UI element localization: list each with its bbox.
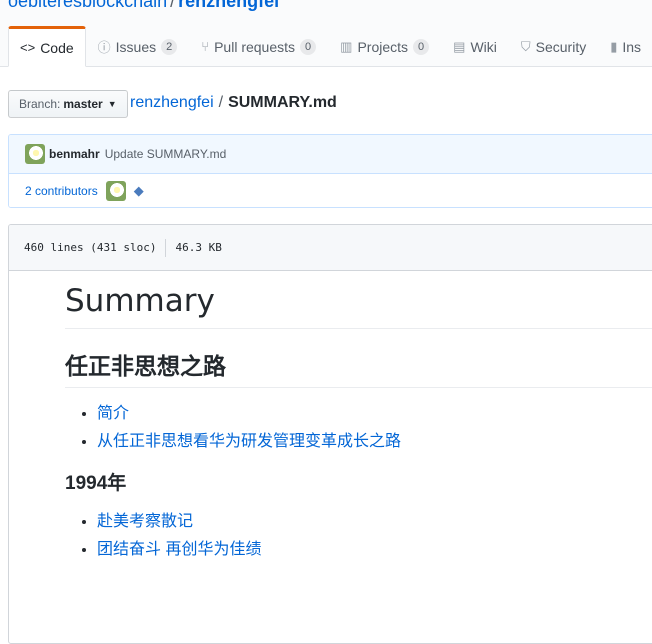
commit-message-link[interactable]: Update SUMMARY.md — [105, 147, 227, 161]
file-info-divider — [165, 238, 167, 257]
latest-commit: benmahr Update SUMMARY.md — [9, 135, 652, 174]
caret-down-icon: ▼ — [107, 99, 117, 109]
project-icon: ▥ — [340, 38, 353, 54]
issue-icon: ⓘ — [97, 40, 111, 55]
tab-pull-requests[interactable]: ⑂ Pull requests 0 — [189, 26, 328, 65]
tab-label: Security — [535, 38, 587, 55]
file-lines: 460 lines (431 sloc) — [24, 241, 157, 254]
commit-author-link[interactable]: benmahr — [49, 147, 100, 161]
repo-owner-link[interactable]: oebiteresblockchain — [8, 0, 167, 11]
file-info-bar: 460 lines (431 sloc) 46.3 KB — [9, 225, 652, 271]
commit-tease: benmahr Update SUMMARY.md 2 contributors… — [8, 134, 652, 208]
branch-select-button[interactable]: Branch: master ▼ — [8, 90, 128, 118]
tab-label: Ins — [622, 38, 642, 55]
tab-label: Code — [40, 39, 74, 56]
section-heading: 任正非思想之路 — [65, 352, 652, 388]
file-size: 46.3 KB — [175, 241, 222, 254]
repo-tabs: <> Code ⓘ Issues 2 ⑂ Pull requests 0 ▥ P… — [8, 26, 652, 67]
list-item: 赴美考察散记 — [97, 512, 652, 532]
pull-request-icon: ⑂ — [201, 39, 210, 54]
graph-icon: ▮ — [610, 38, 618, 54]
section-list: 简介 从任正非思想看华为研发管理变革成长之路 — [65, 404, 652, 452]
repo-root-link[interactable]: renzhengfei — [130, 94, 214, 111]
contributors-bar: 2 contributors ◆ — [9, 174, 652, 207]
list-item: 简介 — [97, 404, 652, 424]
contributors-link[interactable]: 2 contributors — [25, 184, 98, 198]
tab-label: Issues — [115, 38, 157, 55]
list-link[interactable]: 赴美考察散记 — [97, 513, 193, 530]
list-item: 团结奋斗 再创华为佳绩 — [97, 540, 652, 560]
year-list: 赴美考察散记 团结奋斗 再创华为佳绩 — [65, 512, 652, 560]
list-item: 从任正非思想看华为研发管理变革成长之路 — [97, 432, 652, 452]
issues-counter: 2 — [161, 38, 178, 55]
repo-header: oebiteresblockchain / renzhengfei <> Code … — [0, 0, 652, 67]
avatar[interactable] — [25, 144, 45, 164]
pull-requests-counter: 0 — [300, 38, 317, 55]
branch-label: Branch: — [19, 97, 61, 111]
repo-name-link[interactable]: renzhengfei — [178, 0, 279, 11]
list-link[interactable]: 从任正非思想看华为研发管理变革成长之路 — [97, 433, 401, 450]
tab-issues[interactable]: ⓘ Issues 2 — [86, 26, 190, 65]
tab-label: Projects — [357, 38, 409, 55]
list-link[interactable]: 简介 — [97, 405, 129, 422]
avatar[interactable] — [105, 181, 126, 201]
tab-wiki[interactable]: ▤ Wiki — [441, 26, 509, 65]
file-viewer: 460 lines (431 sloc) 46.3 KB Summary 任正非… — [8, 224, 652, 644]
markdown-body: Summary 任正非思想之路 简介 从任正非思想看华为研发管理变革成长之路 1… — [65, 283, 652, 568]
summary-heading: Summary — [65, 283, 652, 330]
year-heading: 1994年 — [65, 472, 127, 494]
tab-label: Pull requests — [214, 38, 296, 55]
tab-label: Wiki — [470, 38, 497, 55]
file-breadcrumb: renzhengfei / SUMMARY.md — [130, 94, 337, 112]
tab-security[interactable]: ⛉ Security — [509, 26, 598, 65]
tab-code[interactable]: <> Code — [8, 26, 86, 67]
tab-insights[interactable]: ▮ Ins — [598, 26, 652, 65]
tab-projects[interactable]: ▥ Projects 0 — [328, 26, 441, 65]
shield-icon: ⛉ — [520, 38, 531, 54]
contributor-avatar-icon[interactable]: ◆ — [134, 183, 144, 199]
branch-value: master — [63, 97, 103, 111]
breadcrumb-separator: / — [170, 0, 176, 11]
breadcrumb: oebiteresblockchain / renzhengfei — [8, 0, 279, 12]
path-separator: / — [218, 94, 224, 111]
file-name: SUMMARY.md — [228, 94, 337, 111]
projects-counter: 0 — [413, 38, 430, 55]
code-icon: <> — [20, 40, 36, 55]
list-link[interactable]: 团结奋斗 再创华为佳绩 — [97, 541, 261, 558]
book-icon: ▤ — [453, 38, 466, 54]
